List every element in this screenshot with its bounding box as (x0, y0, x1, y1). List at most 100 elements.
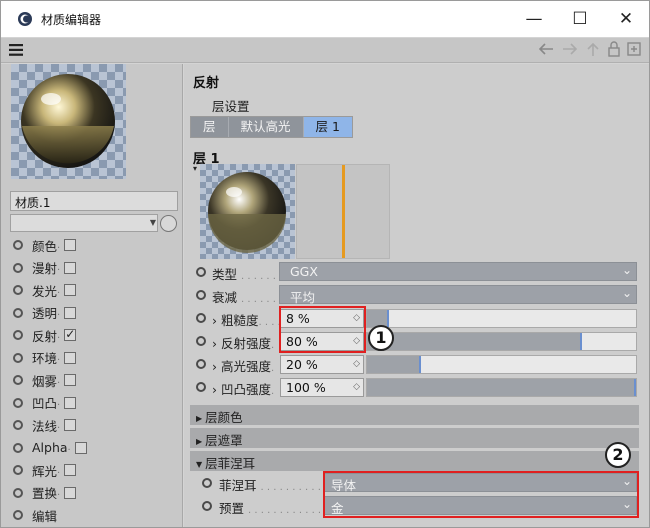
slider-dots: . (270, 386, 275, 397)
slider-value-input[interactable]: 100 % ◇ (280, 378, 364, 397)
layer-settings-label: 层设置 (212, 99, 250, 114)
callout-2: 2 (605, 442, 631, 468)
channel-dots: . (57, 307, 61, 319)
chevron-down-icon[interactable]: ▼ (148, 215, 158, 231)
slider-handle[interactable] (580, 333, 582, 350)
animate-radio[interactable] (202, 501, 212, 511)
tab-default-specular[interactable]: 默认高光 (228, 117, 304, 137)
channel-item[interactable]: 反射. (1, 324, 181, 347)
animate-radio[interactable] (13, 352, 23, 363)
tab-layer-1[interactable]: 层 1 (303, 117, 352, 137)
slider-fill (367, 379, 636, 396)
channel-item[interactable]: Alpha. (1, 437, 181, 460)
animate-radio[interactable] (13, 442, 23, 453)
animate-radio[interactable] (13, 307, 23, 318)
slider-track[interactable] (366, 355, 637, 374)
animate-radio[interactable] (13, 420, 23, 431)
animate-radio[interactable] (13, 240, 23, 251)
cinema4d-logo-icon (18, 12, 32, 26)
slider-handle[interactable] (387, 310, 389, 327)
channel-checkbox[interactable] (64, 486, 77, 499)
material-name-field[interactable]: 材质.1 (10, 191, 178, 211)
animate-radio[interactable] (13, 262, 23, 273)
picker-icon[interactable] (160, 215, 177, 232)
new-window-icon[interactable] (627, 41, 641, 57)
channel-item[interactable]: 法线. (1, 414, 181, 437)
slider-track[interactable] (366, 332, 637, 351)
slider-track[interactable] (366, 309, 637, 328)
tab-layers[interactable]: 层 (191, 117, 229, 137)
slider-handle[interactable] (419, 356, 421, 373)
channel-checkbox[interactable] (64, 464, 77, 477)
channel-checkbox[interactable] (74, 441, 87, 454)
section-title: 反射 (193, 76, 220, 91)
animate-radio[interactable] (196, 290, 206, 300)
group-layer-mask[interactable]: ▶ 层遮罩 (190, 428, 639, 448)
channel-item[interactable]: 置换. (1, 482, 181, 505)
animate-radio[interactable] (196, 359, 206, 369)
channel-dots: . (57, 397, 61, 409)
material-preview-sphere[interactable] (11, 64, 126, 179)
slider-label: › 粗糙度 (212, 313, 259, 328)
group-layer-fresnel[interactable]: ▼ 层菲涅耳 (190, 451, 639, 471)
channel-label: 烟雾 (32, 373, 58, 389)
spinner-icon[interactable]: ◇ (353, 357, 360, 372)
channel-item[interactable]: 编辑 (1, 504, 181, 527)
lock-icon[interactable] (607, 41, 621, 57)
animate-radio[interactable] (196, 382, 206, 392)
collapse-triangle-icon: ▼ (196, 460, 203, 469)
channel-checkbox[interactable] (64, 239, 77, 252)
channel-checkbox[interactable] (64, 419, 77, 432)
forward-arrow-icon[interactable] (561, 41, 579, 57)
minimize-button[interactable]: — (511, 1, 557, 37)
reflectance-graph (296, 164, 390, 259)
animate-radio[interactable] (196, 267, 206, 277)
slider-label: › 高光强度 (212, 359, 271, 374)
falloff-select[interactable]: 平均 ⌄ (279, 285, 637, 305)
channel-item[interactable]: 透明. (1, 302, 181, 325)
channel-checkbox[interactable] (64, 327, 77, 342)
group-layer-color[interactable]: ▶ 层颜色 (190, 405, 639, 425)
animate-radio[interactable] (13, 465, 23, 476)
channel-checkbox[interactable] (64, 261, 77, 274)
animate-radio[interactable] (13, 397, 23, 408)
channel-item[interactable]: 环境. (1, 347, 181, 370)
channel-item[interactable]: 烟雾. (1, 369, 181, 392)
collapse-arrow-icon[interactable]: ▾ (193, 164, 197, 173)
channel-checkbox[interactable] (64, 306, 77, 319)
slider-track[interactable] (366, 378, 637, 397)
type-select[interactable]: GGX ⌄ (279, 262, 637, 281)
animate-radio[interactable] (13, 487, 23, 498)
channel-checkbox[interactable] (64, 374, 77, 387)
slider-handle[interactable] (634, 379, 636, 396)
animate-radio[interactable] (13, 285, 23, 296)
animate-radio[interactable] (13, 510, 23, 521)
back-arrow-icon[interactable] (537, 41, 555, 57)
animate-radio[interactable] (13, 375, 23, 386)
animate-radio[interactable] (13, 330, 23, 341)
animate-radio[interactable] (196, 336, 206, 346)
maximize-button[interactable]: ☐ (557, 1, 603, 37)
close-button[interactable]: ✕ (603, 1, 649, 37)
slider-value-input[interactable]: 20 % ◇ (280, 355, 364, 374)
group-layer-fresnel-label: 层菲涅耳 (205, 456, 256, 471)
channel-item[interactable]: 辉光. (1, 459, 181, 482)
channel-item[interactable]: 颜色. (1, 234, 181, 257)
channel-item[interactable]: 发光. (1, 279, 181, 302)
channel-checkbox[interactable] (64, 284, 77, 297)
channel-checkbox[interactable] (64, 351, 77, 364)
up-arrow-icon[interactable] (585, 41, 601, 57)
channel-checkbox[interactable] (64, 396, 77, 409)
hamburger-menu-icon[interactable] (9, 44, 23, 56)
slider-fill (367, 356, 421, 373)
material-tag-field[interactable] (10, 214, 158, 232)
channel-label: 编辑 (32, 508, 58, 524)
animate-radio[interactable] (196, 313, 206, 323)
animate-radio[interactable] (202, 478, 212, 488)
channel-item[interactable]: 凹凸. (1, 392, 181, 415)
spinner-icon[interactable]: ◇ (353, 380, 360, 395)
channel-dots: . (57, 487, 61, 499)
slider-row: › 高光强度. 20 % ◇ (184, 353, 649, 375)
channel-item[interactable]: 漫射. (1, 257, 181, 280)
channel-label: 环境 (32, 351, 58, 367)
